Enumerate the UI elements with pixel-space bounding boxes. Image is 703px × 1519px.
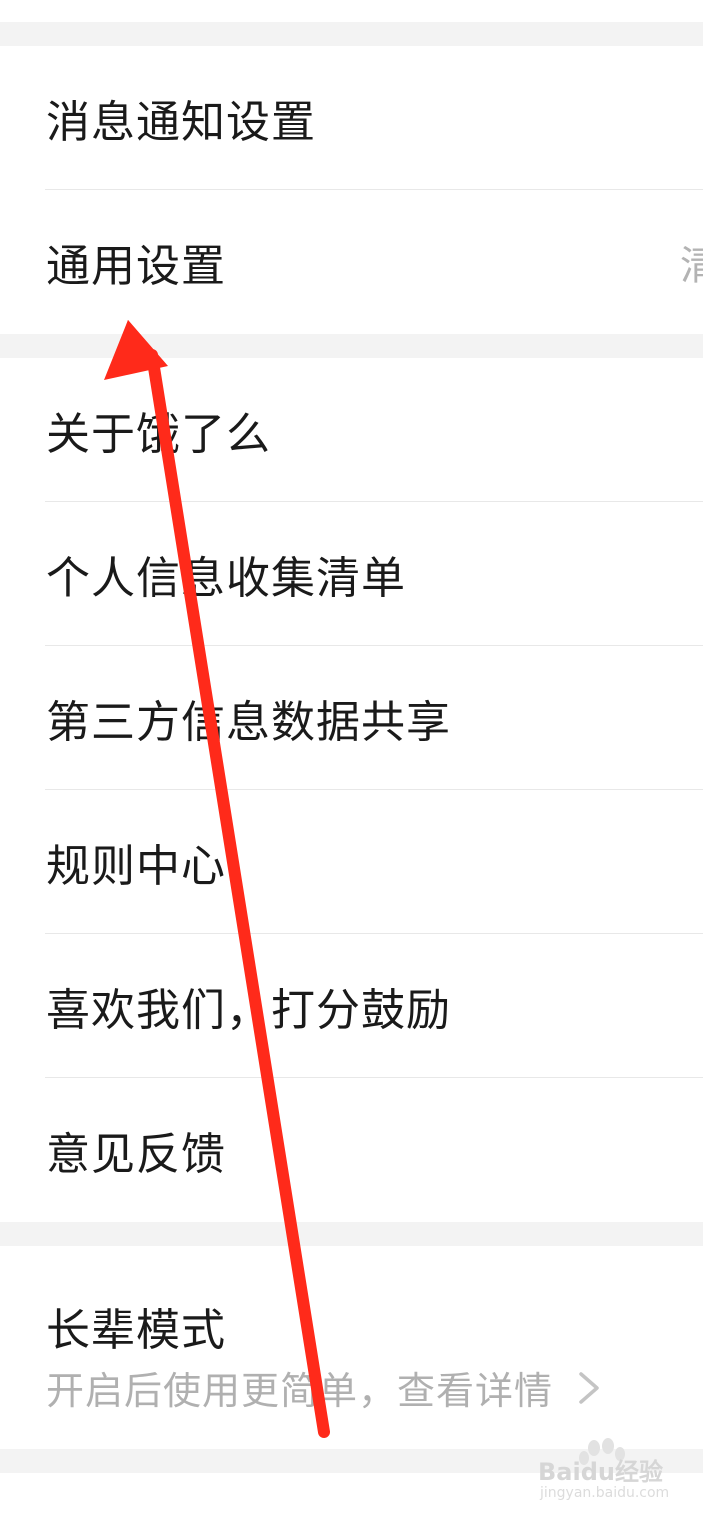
chevron-right-icon xyxy=(579,1371,599,1404)
settings-item-rate-us[interactable]: 喜欢我们，打分鼓励 xyxy=(0,934,703,1078)
settings-item-personal-info-list[interactable]: 个人信息收集清单 xyxy=(0,502,703,646)
settings-group-about: 关于饿了么 个人信息收集清单 第三方信息数据共享 规则中心 喜欢我们，打分鼓励 … xyxy=(0,358,703,1222)
settings-item-notification[interactable]: 消息通知设置 xyxy=(0,46,703,190)
watermark-text: Baidu经验 xyxy=(538,1458,663,1486)
settings-item-label: 个人信息收集清单 xyxy=(46,553,406,604)
settings-item-label: 第三方信息数据共享 xyxy=(46,697,451,748)
settings-item-feedback[interactable]: 意见反馈 xyxy=(0,1078,703,1222)
settings-item-label: 意见反馈 xyxy=(46,1129,226,1180)
elder-mode-title: 长辈模式 xyxy=(46,1305,226,1356)
settings-group-notifications: 消息通知设置 通用设置 清 xyxy=(0,46,703,334)
settings-item-label: 消息通知设置 xyxy=(46,97,316,148)
elder-mode-subtitle[interactable]: 开启后使用更简单，查看详情 xyxy=(46,1360,605,1415)
settings-item-label: 通用设置 xyxy=(46,241,226,292)
settings-item-third-party-sharing[interactable]: 第三方信息数据共享 xyxy=(0,646,703,790)
settings-item-trailing-text: 清 xyxy=(680,243,703,289)
settings-item-about[interactable]: 关于饿了么 xyxy=(0,358,703,502)
settings-item-rules-center[interactable]: 规则中心 xyxy=(0,790,703,934)
watermark-subtext: jingyan.baidu.com xyxy=(540,1485,670,1501)
settings-item-label: 喜欢我们，打分鼓励 xyxy=(46,985,451,1036)
settings-page: 消息通知设置 通用设置 清 关于饿了么 个人信息收集清单 第三方信息数据共享 规… xyxy=(0,0,703,1519)
settings-group-elder-mode: 长辈模式 开启后使用更简单，查看详情 xyxy=(0,1246,703,1449)
top-strip xyxy=(0,0,703,22)
elder-mode-subtitle-text: 开启后使用更简单，查看详情 xyxy=(46,1369,554,1413)
settings-item-label: 规则中心 xyxy=(46,841,226,892)
settings-item-general[interactable]: 通用设置 清 xyxy=(0,190,703,334)
settings-item-label: 关于饿了么 xyxy=(46,409,271,460)
settings-item-elder-mode[interactable]: 长辈模式 开启后使用更简单，查看详情 xyxy=(0,1246,703,1449)
